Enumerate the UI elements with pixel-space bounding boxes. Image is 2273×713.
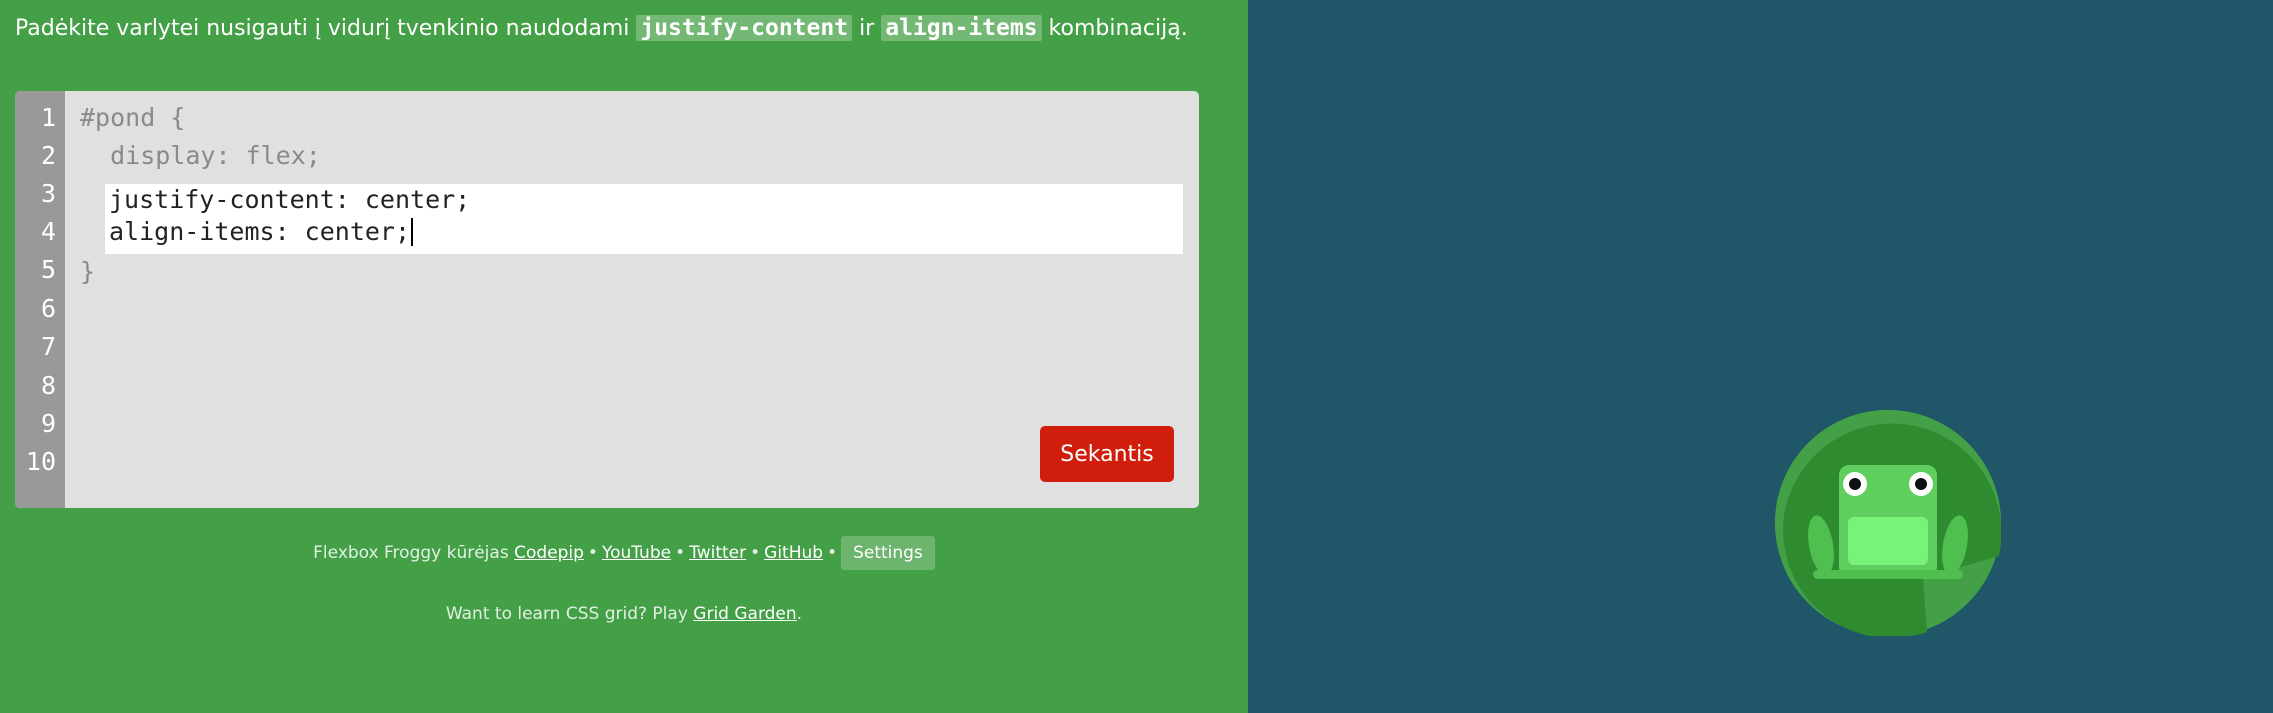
codepip-link[interactable]: Codepip (514, 543, 584, 563)
promo-text: . (796, 604, 803, 624)
css-input[interactable]: justify-content: center; align-items: ce… (105, 184, 1183, 254)
line-number: 5 (40, 255, 56, 284)
grid-garden-promo: Want to learn CSS grid? Play Grid Garden… (0, 597, 1248, 631)
instruction-text: ir (852, 16, 882, 41)
lilypad-icon (1775, 410, 2001, 636)
next-level-button[interactable]: Sekantis (1040, 426, 1174, 482)
css-editor: 1 2 3 4 5 6 7 8 9 10 #pond { display: fl… (15, 91, 1199, 508)
line-number-gutter: 1 2 3 4 5 6 7 8 9 10 (15, 91, 65, 508)
code-line: } (80, 257, 96, 286)
text-caret (411, 218, 414, 246)
line-number: 3 (40, 179, 56, 208)
line-number: 7 (40, 332, 56, 361)
input-line[interactable]: justify-content: center; (109, 185, 470, 215)
line-number: 10 (25, 447, 56, 476)
credit-text: Flexbox Froggy kūrėjas (313, 543, 515, 563)
youtube-link[interactable]: YouTube (602, 543, 671, 563)
line-number: 2 (40, 141, 56, 170)
instructions-panel: Padėkite varlytei nusigauti į vidurį tve… (0, 0, 1248, 713)
input-line-text[interactable]: align-items: center; (109, 217, 410, 246)
instruction-text: Padėkite varlytei nusigauti į vidurį tve… (15, 16, 637, 41)
instruction-text: kombinaciją. (1041, 16, 1188, 41)
code-line: #pond { (80, 103, 186, 132)
line-number: 1 (40, 103, 56, 132)
settings-button[interactable]: Settings (841, 536, 935, 570)
separator: • (587, 543, 598, 563)
code-align-items: align-items (881, 15, 1042, 41)
code-justify-content: justify-content (636, 15, 853, 41)
grid-garden-link[interactable]: Grid Garden (693, 604, 796, 624)
pond (1248, 0, 2273, 713)
separator: • (675, 543, 686, 563)
credits-footer: Flexbox Froggy kūrėjas Codepip • YouTube • T… (0, 536, 1248, 570)
promo-text: Want to learn CSS grid? Play (445, 604, 694, 624)
github-link[interactable]: GitHub (764, 543, 823, 563)
input-line[interactable]: align-items: center; (109, 217, 414, 247)
twitter-link[interactable]: Twitter (689, 543, 746, 563)
line-number: 6 (40, 294, 56, 323)
line-number: 4 (40, 217, 56, 246)
line-number: 8 (40, 371, 56, 400)
line-number: 9 (40, 409, 56, 438)
separator: • (750, 543, 761, 563)
code-line: display: flex; (80, 141, 321, 170)
level-instruction: Padėkite varlytei nusigauti į vidurį tve… (15, 10, 1188, 47)
separator: • (827, 543, 838, 563)
flexbox-froggy-page: Padėkite varlytei nusigauti į vidurį tve… (0, 0, 2273, 713)
